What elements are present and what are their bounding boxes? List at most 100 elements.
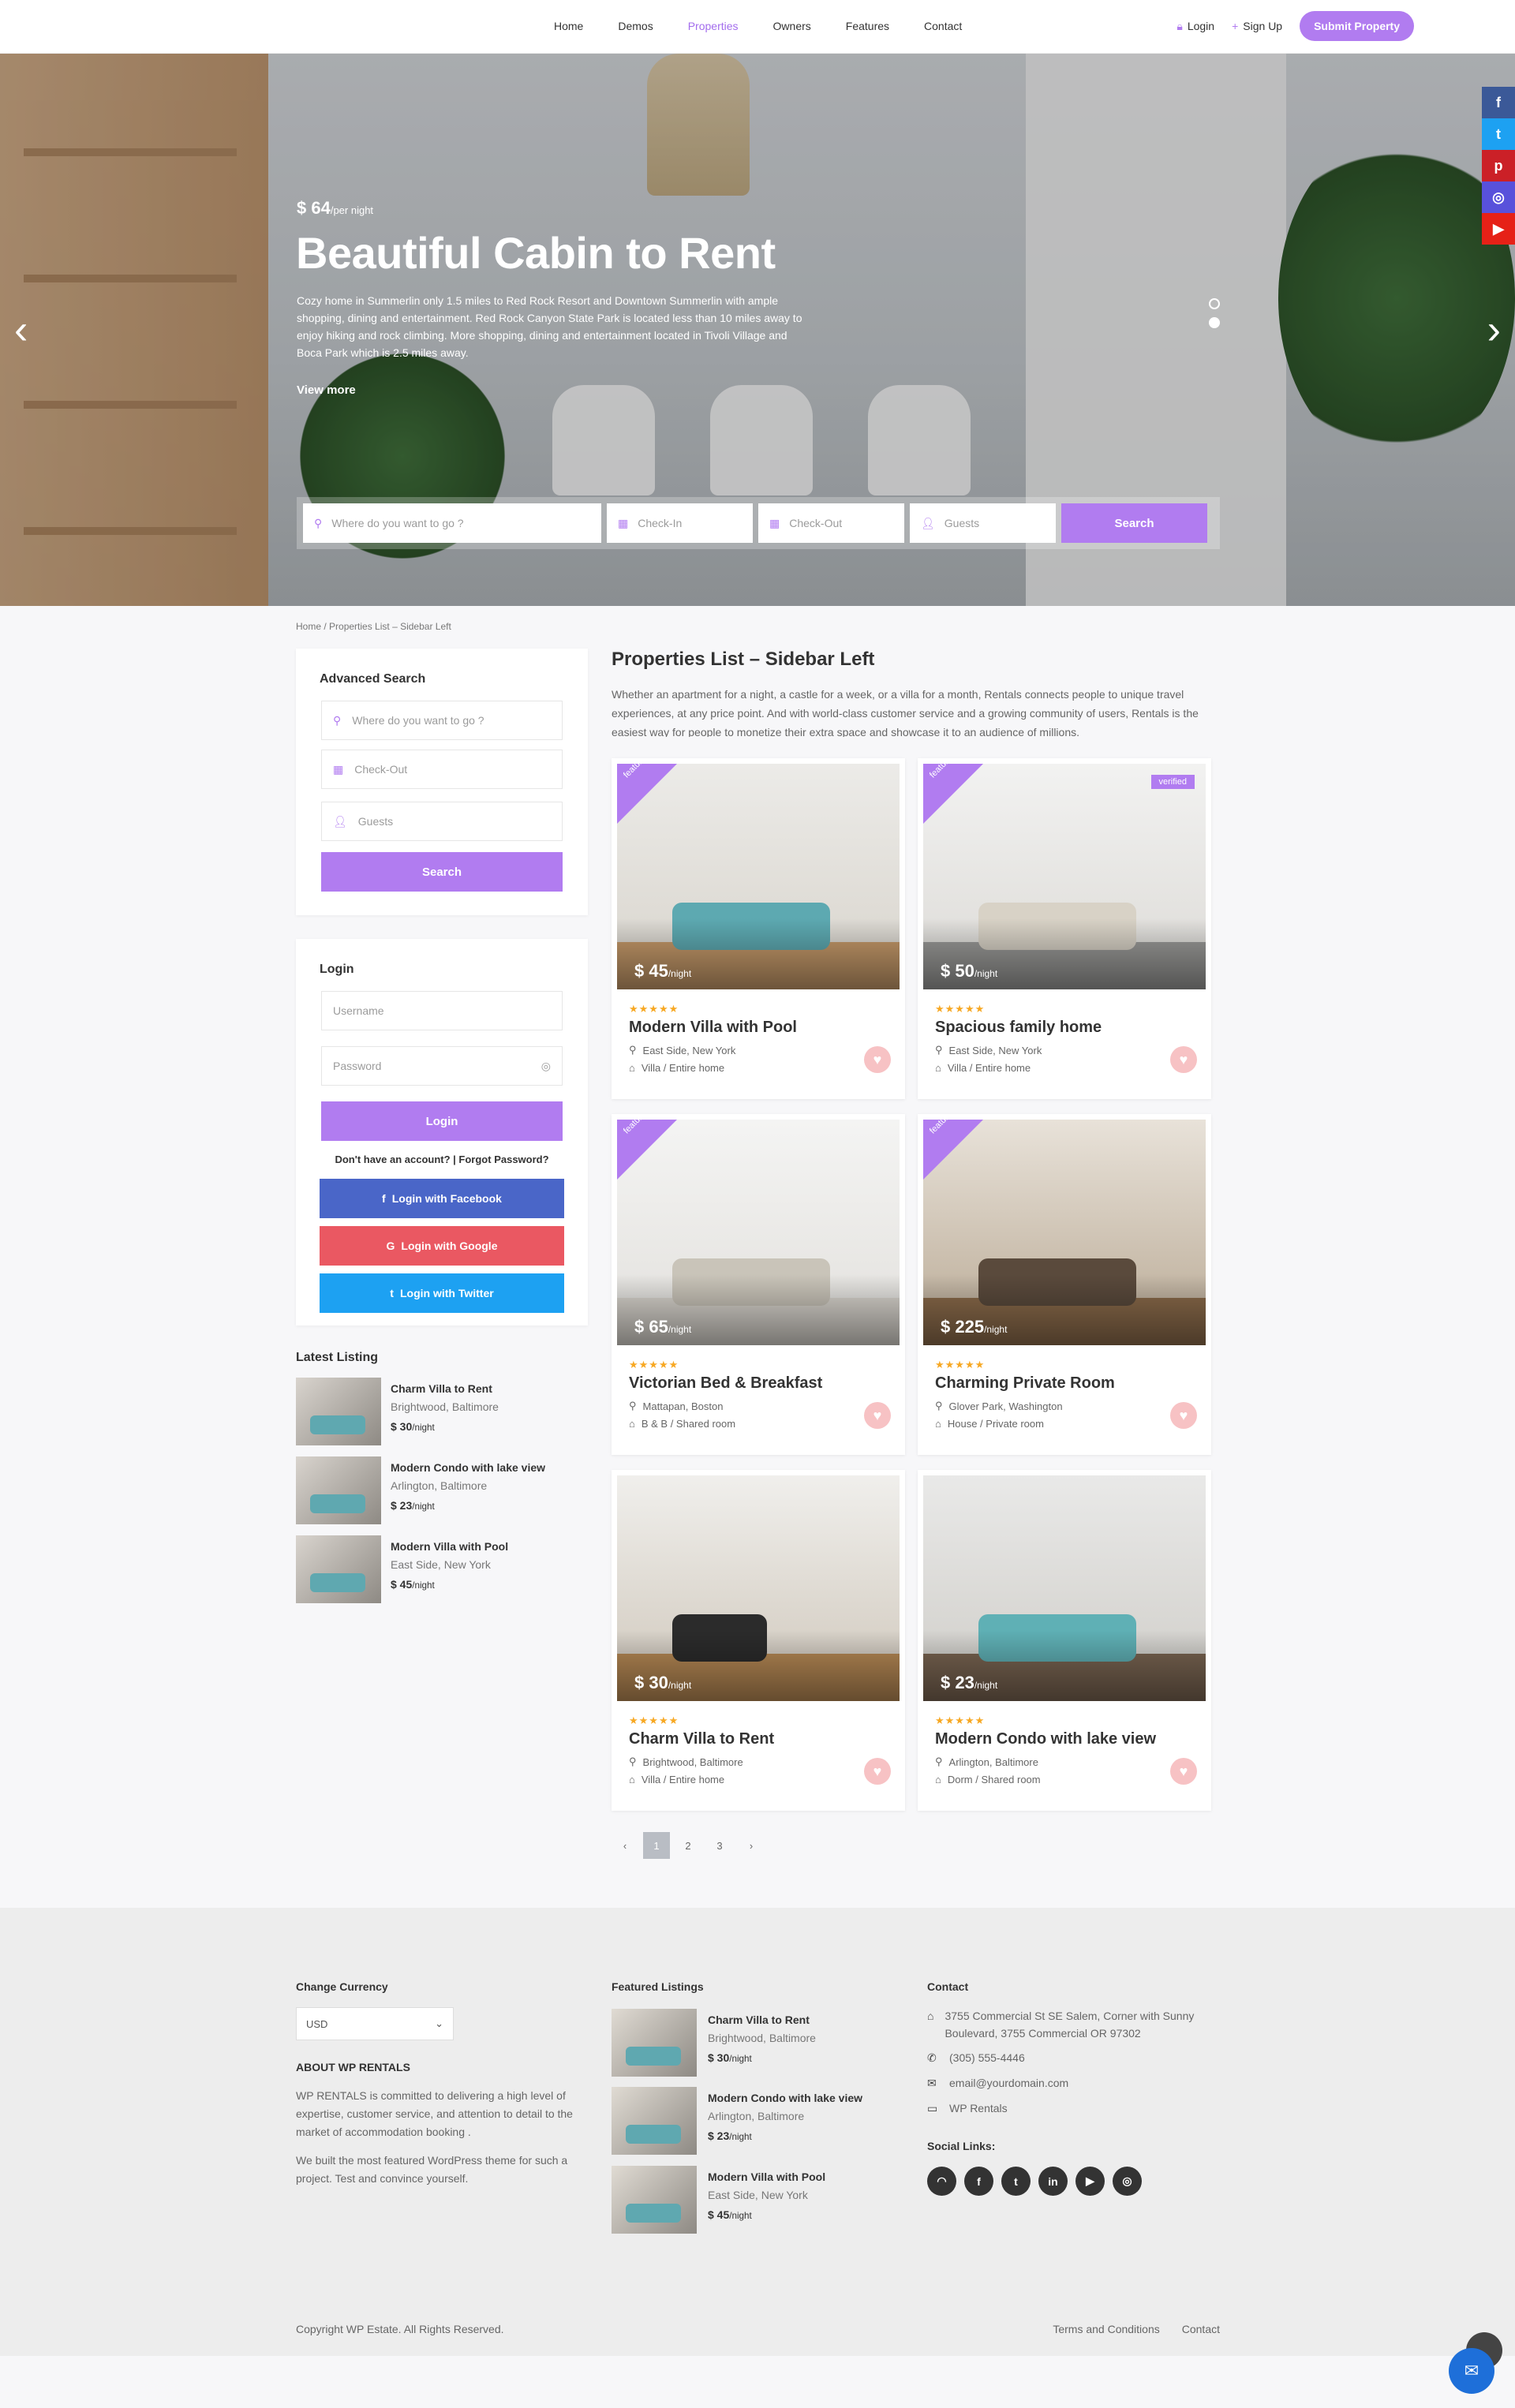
location-pin-icon: ⚲: [629, 1756, 637, 1767]
location-pin-icon: ⚲: [629, 1044, 637, 1056]
list-item[interactable]: Modern Villa with Pool East Side, New Yor…: [612, 2166, 825, 2234]
footer-contact-link[interactable]: Contact: [1182, 2323, 1220, 2335]
advanced-search-widget: Advanced Search ⚲ Where do you want to go…: [296, 649, 588, 915]
page-2[interactable]: 2: [675, 1832, 701, 1859]
twitter-icon[interactable]: t: [1001, 2167, 1031, 2196]
currency-select[interactable]: USD ⌄: [296, 2007, 454, 2040]
property-title[interactable]: Spacious family home: [935, 1019, 1102, 1037]
nav-demos[interactable]: Demos: [600, 0, 670, 54]
page-1[interactable]: 1: [643, 1832, 670, 1859]
nav-features[interactable]: Features: [829, 0, 907, 54]
property-title[interactable]: Charming Private Room: [935, 1374, 1115, 1393]
property-image[interactable]: featured verified $ 50/night: [923, 764, 1206, 989]
property-type: ⌂ B & B / Shared room: [629, 1418, 736, 1430]
property-title[interactable]: Charm Villa to Rent: [629, 1730, 774, 1748]
property-card[interactable]: $ 23/night ★★★★★ Modern Condo with lake …: [918, 1470, 1211, 1811]
property-image[interactable]: $ 30/night: [617, 1475, 900, 1701]
list-item[interactable]: Modern Condo with lake view Arlington, Ba…: [612, 2087, 862, 2155]
instagram-icon[interactable]: ◎: [1482, 181, 1515, 213]
prev-slide-arrow-icon[interactable]: ‹: [14, 306, 28, 353]
hero-description: Cozy home in Summerlin only 1.5 miles to…: [297, 294, 802, 359]
prev-page-icon[interactable]: ‹: [612, 1832, 638, 1859]
facebook-icon[interactable]: f: [964, 2167, 993, 2196]
login-link[interactable]: 🔒︎ Login: [1176, 20, 1214, 33]
property-title[interactable]: Victorian Bed & Breakfast: [629, 1374, 822, 1393]
rss-icon[interactable]: ◠: [927, 2167, 956, 2196]
latest-listing-widget: Latest Listing Charm Villa to Rent Bright…: [296, 1351, 588, 1611]
terms-link[interactable]: Terms and Conditions: [1053, 2323, 1159, 2335]
listing-thumbnail[interactable]: [296, 1456, 381, 1524]
social-share-bar: f t p ◎ ▶: [1482, 87, 1515, 245]
property-image[interactable]: $ 23/night: [923, 1475, 1206, 1701]
where-input[interactable]: ⚲ Where do you want to go ?: [303, 503, 601, 543]
login-google-button[interactable]: G Login with Google: [320, 1226, 564, 1266]
property-card[interactable]: featured $ 45/night ★★★★★ Modern Villa w…: [612, 758, 905, 1099]
contact-phone[interactable]: ✆ (305) 555-4446: [927, 2049, 1025, 2066]
login-button[interactable]: Login: [321, 1101, 563, 1141]
sidebar-where-input[interactable]: ⚲ Where do you want to go ?: [321, 701, 563, 740]
listing-thumbnail[interactable]: [612, 2009, 697, 2077]
favorite-heart-icon[interactable]: ♥: [1170, 1046, 1197, 1073]
favorite-heart-icon[interactable]: ♥: [1170, 1758, 1197, 1785]
listing-thumbnail[interactable]: [612, 2166, 697, 2234]
slider-dot[interactable]: [1209, 298, 1220, 309]
property-image[interactable]: featured $ 45/night: [617, 764, 900, 989]
property-title[interactable]: Modern Villa with Pool: [629, 1019, 797, 1037]
favorite-heart-icon[interactable]: ♥: [1170, 1402, 1197, 1429]
property-image[interactable]: featured $ 65/night: [617, 1120, 900, 1345]
submit-property-button[interactable]: Submit Property: [1300, 11, 1414, 41]
checkout-input[interactable]: ▦ Check-Out: [758, 503, 904, 543]
youtube-icon[interactable]: ▶: [1075, 2167, 1105, 2196]
property-image[interactable]: featured $ 225/night: [923, 1120, 1206, 1345]
account-links[interactable]: Don't have an account? | Forgot Password…: [296, 1154, 588, 1165]
eye-off-icon[interactable]: ◎: [541, 1060, 551, 1073]
login-twitter-button[interactable]: t Login with Twitter: [320, 1273, 564, 1313]
linkedin-icon[interactable]: in: [1038, 2167, 1068, 2196]
favorite-heart-icon[interactable]: ♥: [864, 1402, 891, 1429]
chat-bubble-icon[interactable]: ✉: [1449, 2348, 1494, 2394]
sidebar-search-button[interactable]: Search: [321, 852, 563, 892]
favorite-heart-icon[interactable]: ♥: [864, 1758, 891, 1785]
list-item[interactable]: Charm Villa to Rent Brightwood, Baltimore…: [612, 2009, 816, 2077]
hero-search-button[interactable]: Search: [1061, 503, 1207, 543]
list-item[interactable]: Modern Condo with lake view Arlington, Ba…: [296, 1456, 545, 1524]
facebook-icon[interactable]: f: [1482, 87, 1515, 118]
nav-properties[interactable]: Properties: [671, 0, 756, 54]
password-input[interactable]: Password ◎: [321, 1046, 563, 1086]
contact-website[interactable]: ▭ WP Rentals: [927, 2100, 1008, 2117]
next-slide-arrow-icon[interactable]: ›: [1487, 306, 1501, 353]
property-card[interactable]: featured $ 65/night ★★★★★ Victorian Bed …: [612, 1114, 905, 1455]
favorite-heart-icon[interactable]: ♥: [864, 1046, 891, 1073]
property-card[interactable]: featured verified $ 50/night ★★★★★ Spaci…: [918, 758, 1211, 1099]
view-more-link[interactable]: View more: [297, 383, 356, 397]
sidebar-checkout-input[interactable]: ▦ Check-Out: [321, 750, 563, 789]
checkin-input[interactable]: ▦ Check-In: [607, 503, 753, 543]
property-card[interactable]: featured $ 225/night ★★★★★ Charming Priv…: [918, 1114, 1211, 1455]
listing-thumbnail[interactable]: [296, 1535, 381, 1603]
pinterest-icon[interactable]: p: [1482, 150, 1515, 181]
breadcrumb-home[interactable]: Home: [296, 621, 321, 632]
nav-home[interactable]: Home: [537, 0, 600, 54]
nav-owners[interactable]: Owners: [756, 0, 829, 54]
property-title[interactable]: Modern Condo with lake view: [935, 1730, 1156, 1748]
youtube-icon[interactable]: ▶: [1482, 213, 1515, 245]
guests-input[interactable]: 👤︎ Guests: [910, 503, 1056, 543]
slider-dot-active[interactable]: [1209, 317, 1220, 328]
login-facebook-button[interactable]: f Login with Facebook: [320, 1179, 564, 1218]
username-input[interactable]: Username: [321, 991, 563, 1030]
about-text-2: We built the most featured WordPress the…: [296, 2154, 568, 2185]
sidebar-guests-input[interactable]: 👤︎ Guests: [321, 802, 563, 841]
contact-email[interactable]: ✉ email@yourdomain.com: [927, 2074, 1068, 2092]
property-location: ⚲ East Side, New York: [935, 1044, 1042, 1056]
next-page-icon[interactable]: ›: [738, 1832, 765, 1859]
property-card[interactable]: $ 30/night ★★★★★ Charm Villa to Rent ⚲ Br…: [612, 1470, 905, 1811]
page-3[interactable]: 3: [706, 1832, 733, 1859]
twitter-icon[interactable]: t: [1482, 118, 1515, 150]
list-item[interactable]: Charm Villa to Rent Brightwood, Baltimore…: [296, 1378, 499, 1445]
instagram-icon[interactable]: ◎: [1113, 2167, 1142, 2196]
list-item[interactable]: Modern Villa with Pool East Side, New Yor…: [296, 1535, 508, 1603]
listing-thumbnail[interactable]: [296, 1378, 381, 1445]
signup-link[interactable]: + Sign Up: [1232, 20, 1282, 32]
nav-contact[interactable]: Contact: [907, 0, 979, 54]
listing-thumbnail[interactable]: [612, 2087, 697, 2155]
